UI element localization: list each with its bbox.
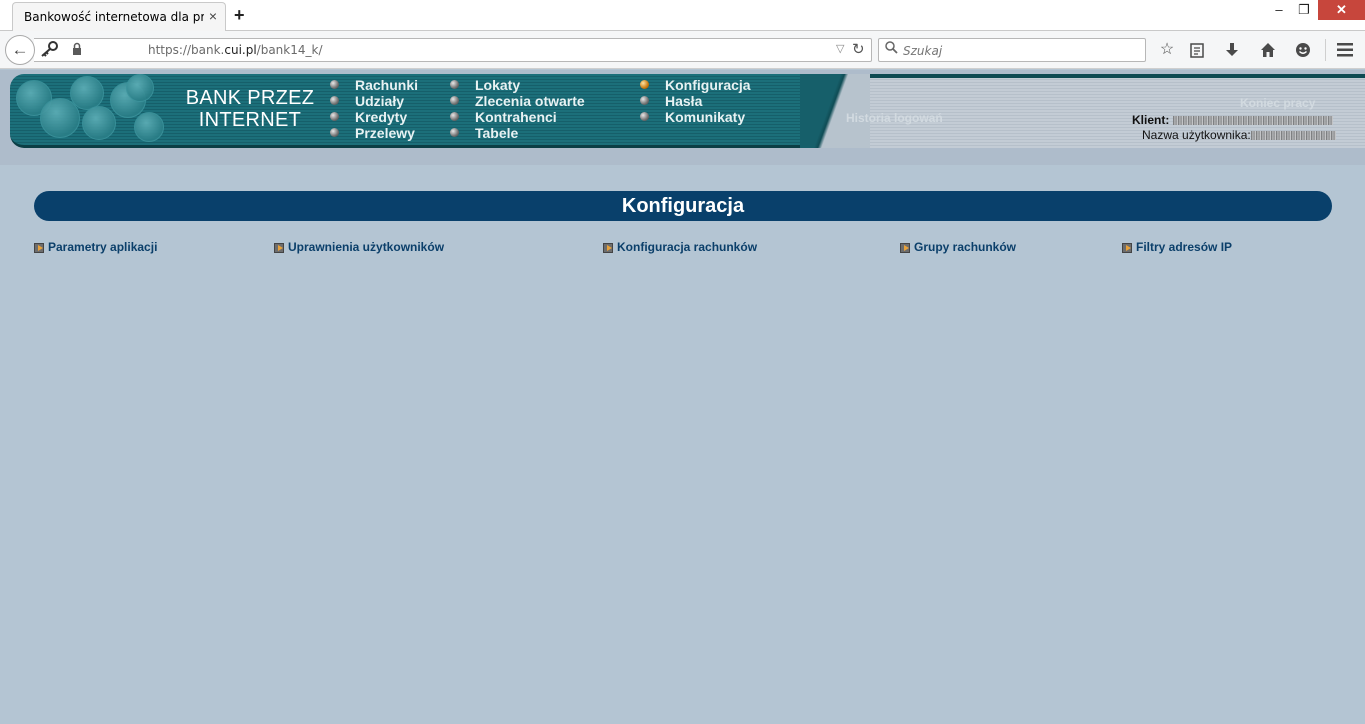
arrow-bullet-icon	[900, 243, 910, 253]
star-icon[interactable]: ☆	[1155, 38, 1179, 62]
page-title: Konfiguracja	[621, 195, 745, 217]
bank-logo[interactable]: BANK PRZEZ INTERNET	[183, 87, 317, 131]
menu-bullet-icon	[640, 96, 649, 105]
masked-username	[1250, 131, 1336, 141]
arrow-bullet-icon	[274, 243, 284, 253]
url-bar[interactable]: https://bank.cui.pl/bank14_k/ ▽ ↻	[34, 38, 872, 62]
bank-header: BANK PRZEZ INTERNET Rachunki Udziały Kre…	[0, 70, 1365, 165]
download-icon[interactable]	[1220, 38, 1244, 62]
search-input[interactable]	[903, 42, 1139, 59]
arrow-bullet-icon	[1122, 243, 1132, 253]
menu-bullet-icon	[330, 112, 339, 121]
browser-titlebar: Bankowość internetowa dla prz... × + – ❐…	[0, 0, 1365, 31]
tab-close-icon[interactable]: ×	[209, 8, 217, 24]
smiley-icon[interactable]	[1291, 38, 1315, 62]
history-link[interactable]: Historia logowań	[846, 111, 943, 125]
menu-bullet-icon	[450, 112, 459, 121]
lock-icon	[72, 42, 82, 56]
section-header-bar: Konfiguracja	[34, 191, 1332, 221]
tab-title: Bankowość internetowa dla prz...	[24, 10, 204, 24]
coins-image	[14, 74, 174, 144]
url-text[interactable]: https://bank.cui.pl/bank14_k/	[148, 43, 323, 57]
menu-bullet-icon	[330, 128, 339, 137]
back-arrow-icon: ←	[11, 40, 29, 59]
menu-bullet-icon	[330, 96, 339, 105]
browser-tab[interactable]: Bankowość internetowa dla prz... ×	[12, 2, 226, 31]
minimize-button[interactable]: –	[1265, 0, 1293, 20]
close-window-button[interactable]: ✕	[1318, 0, 1365, 20]
search-bar[interactable]	[878, 38, 1146, 62]
menu-bullet-active-icon	[640, 80, 649, 89]
hamburger-icon[interactable]	[1333, 38, 1357, 62]
maximize-button[interactable]: ❐	[1290, 0, 1318, 20]
logout-link[interactable]: Koniec pracy	[1240, 96, 1315, 110]
dropdown-arrow-icon[interactable]: ▽	[836, 42, 844, 55]
home-icon[interactable]	[1256, 38, 1280, 62]
key-icon[interactable]	[38, 40, 60, 61]
menu-bullet-icon	[450, 80, 459, 89]
menu-bullet-icon	[450, 128, 459, 137]
browser-navbar: https://bank.cui.pl/bank14_k/ ▽ ↻ ← ☆	[0, 31, 1365, 69]
client-info: Klient:	[1132, 113, 1333, 127]
arrow-bullet-icon	[34, 243, 44, 253]
menu-bullet-icon	[450, 96, 459, 105]
clipboard-icon[interactable]	[1185, 38, 1209, 62]
menu-bullet-icon	[640, 112, 649, 121]
toolbar-separator	[1325, 39, 1326, 61]
masked-client-id	[1172, 116, 1333, 126]
back-button[interactable]: ←	[5, 35, 35, 65]
search-icon	[885, 41, 898, 57]
arrow-bullet-icon	[603, 243, 613, 253]
new-tab-button[interactable]: +	[234, 5, 245, 25]
menu-bullet-icon	[330, 80, 339, 89]
user-info: Nazwa użytkownika:	[1142, 128, 1336, 142]
reload-icon[interactable]: ↻	[852, 40, 865, 58]
